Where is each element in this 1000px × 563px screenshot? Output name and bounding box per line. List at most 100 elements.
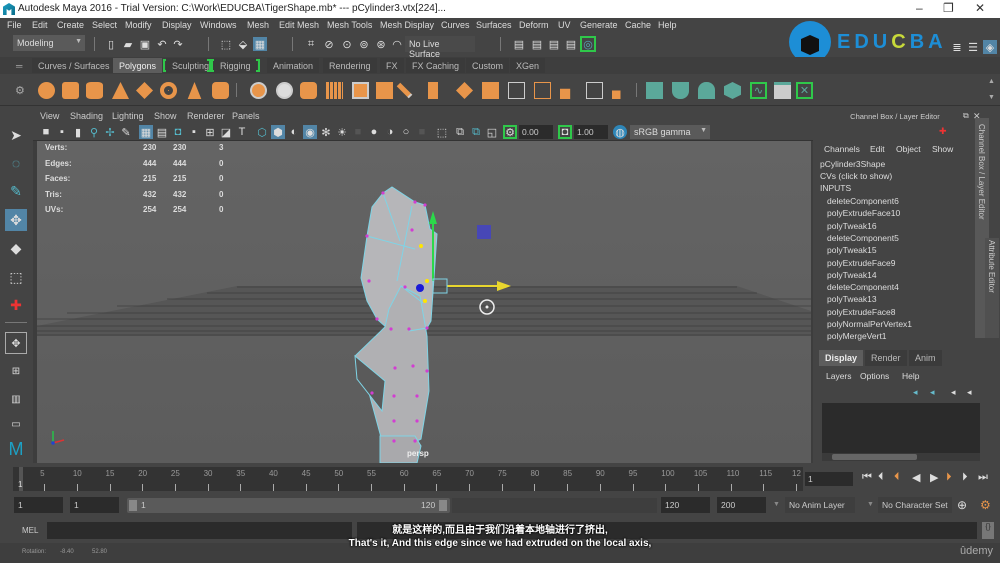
input-node-item[interactable]: deleteComponent5: [827, 233, 899, 243]
character-set-dropdown[interactable]: No Character Set: [878, 497, 952, 513]
poly-sphere-icon[interactable]: [38, 82, 55, 99]
rotate-tool-icon[interactable]: ◆: [5, 237, 27, 259]
layer-menu-help[interactable]: Help: [902, 371, 919, 381]
menu-deform[interactable]: Deform: [519, 20, 549, 30]
layer-hscrollbar[interactable]: [822, 453, 980, 461]
float-panel-icon[interactable]: ⧉: [963, 111, 969, 121]
ipr-render-icon[interactable]: ▤: [547, 37, 561, 51]
layer-tab-anim[interactable]: Anim: [909, 350, 942, 366]
grease-pencil-icon[interactable]: ✎: [119, 125, 133, 139]
tab-custom[interactable]: Custom: [466, 58, 510, 73]
spherical-map-icon[interactable]: [698, 82, 715, 99]
menu-mesh-tools[interactable]: Mesh Tools: [327, 20, 372, 30]
tab-xgen[interactable]: XGen: [510, 58, 546, 73]
select-object-icon[interactable]: ⬙: [236, 37, 250, 51]
shelf-menu-icon[interactable]: ═: [16, 61, 22, 71]
four-view-layout-icon[interactable]: ⊞: [5, 360, 27, 382]
screen-space-ao-icon[interactable]: ●: [367, 125, 381, 139]
connect-icon[interactable]: [586, 82, 603, 99]
animation-preferences-icon[interactable]: ⚙: [980, 498, 991, 512]
shelf-scroll-down-icon[interactable]: ▼: [988, 94, 995, 101]
multi-cut-icon[interactable]: [534, 82, 551, 99]
layer-tab-display[interactable]: Display: [819, 350, 864, 366]
viewport-menu-lighting[interactable]: Lighting: [112, 111, 144, 121]
menu-set-dropdown[interactable]: Modeling ▼: [13, 35, 85, 51]
wireframe-on-shaded-icon[interactable]: ◐: [287, 125, 301, 139]
tab-polygons[interactable]: Polygons: [113, 58, 163, 73]
safe-title-icon[interactable]: T: [235, 125, 249, 139]
character-set-chevron-icon[interactable]: ▼: [867, 501, 874, 508]
snap-curve-icon[interactable]: ⊘: [322, 37, 336, 51]
menu-mesh-display[interactable]: Mesh Display: [380, 20, 434, 30]
side-tab-channel-box[interactable]: Channel Box / Layer Editor: [977, 124, 986, 220]
textured-icon[interactable]: ✻: [319, 125, 333, 139]
smooth-shade-icon[interactable]: ⬢: [271, 125, 285, 139]
tab-rendering[interactable]: Rendering: [323, 58, 377, 73]
menu-generate[interactable]: Generate: [580, 20, 618, 30]
shadows-icon[interactable]: ■: [351, 125, 365, 139]
layer-tab-render[interactable]: Render: [865, 350, 907, 366]
viewport-menu-panels[interactable]: Panels: [232, 111, 260, 121]
xray-active-icon[interactable]: ⧉: [453, 125, 467, 139]
2d-pan-zoom-icon[interactable]: ✢: [103, 125, 117, 139]
menu-create[interactable]: Create: [57, 20, 84, 30]
exposure-field[interactable]: 0.00: [519, 125, 553, 139]
end-time-field[interactable]: 200: [717, 497, 766, 513]
target-weld-icon[interactable]: [560, 88, 571, 99]
xray-icon[interactable]: ◉: [303, 125, 317, 139]
playback-start-field[interactable]: 1: [70, 497, 119, 513]
play-forwards-icon[interactable]: ▶: [930, 471, 938, 484]
gate-mask-icon[interactable]: ▪: [187, 125, 201, 139]
color-management-icon[interactable]: ◍: [613, 125, 627, 139]
anim-layer-chevron-icon[interactable]: ▼: [773, 501, 780, 508]
separate-icon[interactable]: [276, 82, 293, 99]
poly-plane-icon[interactable]: [136, 82, 153, 99]
outliner-layout-icon[interactable]: ▭: [5, 413, 27, 435]
depth-of-field-icon[interactable]: ■: [415, 125, 429, 139]
image-plane-icon[interactable]: ⚲: [87, 125, 101, 139]
layer-menu-layers[interactable]: Layers: [826, 371, 852, 381]
exposure-icon[interactable]: ⚙: [503, 125, 517, 139]
input-node-item[interactable]: polyTweak13: [827, 294, 877, 304]
modeling-toolkit-icon[interactable]: ≣: [950, 40, 964, 54]
shelf-settings-icon[interactable]: ⚙: [15, 84, 25, 97]
input-node-item[interactable]: deleteComponent4: [827, 282, 899, 292]
poly-torus-icon[interactable]: [160, 82, 177, 99]
auto-key-icon[interactable]: ⊕: [957, 498, 967, 512]
play-backwards-icon[interactable]: ◀: [912, 471, 920, 484]
menu-mesh[interactable]: Mesh: [247, 20, 269, 30]
input-node-item[interactable]: polyExtrudeFace8: [827, 307, 896, 317]
viewport-menu-show[interactable]: Show: [154, 111, 177, 121]
bookmark-icon[interactable]: ▮: [71, 125, 85, 139]
grid-icon[interactable]: ▦: [139, 125, 153, 139]
step-forward-frame-icon[interactable]: ⏵: [962, 471, 968, 484]
live-surface-field[interactable]: No Live Surface: [405, 36, 475, 59]
range-slider[interactable]: 1 120: [127, 498, 450, 513]
playback-end-field[interactable]: 120: [661, 497, 710, 513]
anti-aliasing-icon[interactable]: ○: [399, 125, 413, 139]
new-layer-selected-icon[interactable]: ◂: [967, 387, 972, 398]
menu-surfaces[interactable]: Surfaces: [476, 20, 512, 30]
scrollbar-thumb[interactable]: [832, 454, 917, 460]
unfold-icon[interactable]: ∿: [750, 82, 767, 99]
poly-pyramid-icon[interactable]: [187, 82, 202, 99]
range-end-handle[interactable]: [439, 500, 447, 511]
select-component-icon[interactable]: ▦: [253, 37, 267, 51]
channel-menu-object[interactable]: Object: [896, 144, 921, 154]
undo-icon[interactable]: ↶: [155, 37, 169, 51]
field-chart-icon[interactable]: ⊞: [203, 125, 217, 139]
new-scene-icon[interactable]: ▯: [104, 37, 118, 51]
gamma-icon[interactable]: ◘: [558, 125, 572, 139]
menu-edit-mesh[interactable]: Edit Mesh: [279, 20, 319, 30]
select-hierarchy-icon[interactable]: ⬚: [219, 37, 233, 51]
input-node-item[interactable]: polyMergeVert1: [827, 331, 887, 341]
side-tab-attribute-editor[interactable]: Attribute Editor: [987, 240, 996, 293]
hypershade-icon[interactable]: ◎: [580, 36, 596, 52]
channel-menu-show[interactable]: Show: [932, 144, 953, 154]
start-time-field[interactable]: 1: [14, 497, 63, 513]
viewport-menu-shading[interactable]: Shading: [70, 111, 103, 121]
channel-menu-edit[interactable]: Edit: [870, 144, 885, 154]
menu-cache[interactable]: Cache: [625, 20, 651, 30]
3d-viewport[interactable]: Verts: 230 230 3 Edges: 444 444 0 Faces: 215 215 0 T…: [37, 141, 811, 463]
input-node-item[interactable]: polyExtrudeFace10: [827, 208, 900, 218]
